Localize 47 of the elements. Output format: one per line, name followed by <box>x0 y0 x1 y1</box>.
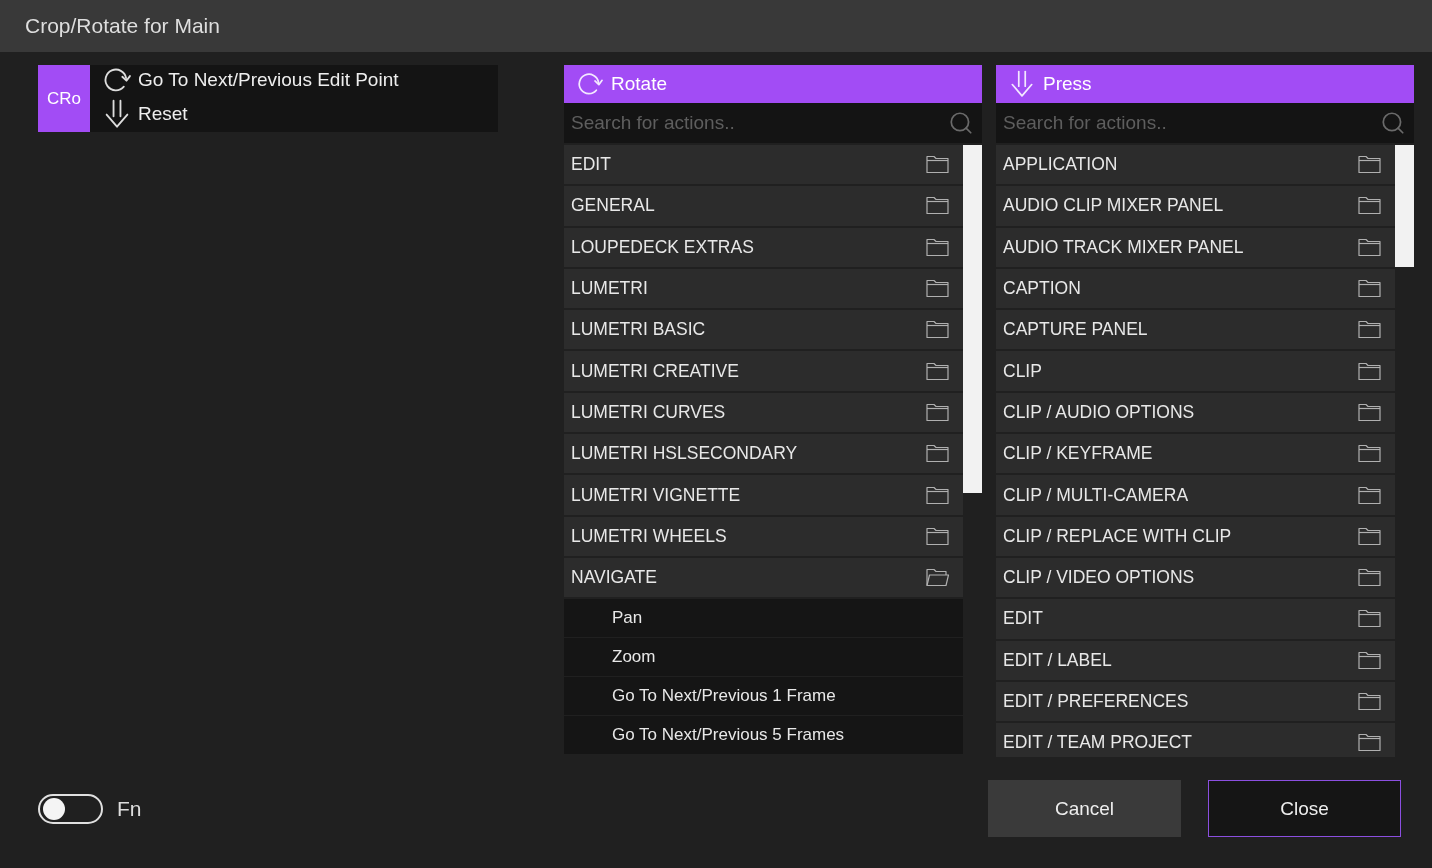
assigned-action: Go To Next/Previous Edit Point <box>138 68 399 91</box>
category-row[interactable]: LUMETRI WHEELS <box>564 516 963 556</box>
category-row[interactable]: LUMETRI HSLSECONDARY <box>564 434 963 474</box>
action-row[interactable]: Zoom <box>564 638 963 677</box>
category-row[interactable]: EDIT / LABEL <box>996 640 1395 680</box>
action-row[interactable]: Go To Next/Previous 5 Frames <box>564 716 963 755</box>
category-row[interactable]: EDIT <box>564 145 963 185</box>
panel-title: Press <box>1043 73 1092 95</box>
search-field[interactable]: Search for actions.. <box>564 103 982 143</box>
window-title: Crop/Rotate for Main <box>25 14 220 38</box>
category-row[interactable]: CLIP / KEYFRAME <box>996 434 1395 474</box>
category-row[interactable]: EDIT / PREFERENCES <box>996 681 1395 722</box>
search-field[interactable]: Search for actions.. <box>996 103 1414 143</box>
category-row[interactable]: LUMETRI <box>564 268 963 309</box>
toggle-label: Fn <box>117 796 142 821</box>
category-row[interactable]: CLIP / MULTI-CAMERA <box>996 475 1395 515</box>
scrollbar-thumb[interactable] <box>1395 145 1414 267</box>
shortcut-badge: CRo <box>38 65 90 132</box>
rotate-icon <box>576 70 604 98</box>
action-row[interactable]: Go To Next/Previous 1 Frame <box>564 677 963 716</box>
category-row[interactable]: CAPTION <box>996 268 1395 309</box>
category-row[interactable]: CLIP <box>996 351 1395 391</box>
category-row[interactable]: EDIT / TEAM PROJECT <box>996 723 1395 757</box>
category-row[interactable]: APPLICATION <box>996 145 1395 185</box>
search-icon <box>1380 110 1406 136</box>
scrollbar-thumb[interactable] <box>963 145 982 493</box>
category-row[interactable]: CLIP / VIDEO OPTIONS <box>996 557 1395 598</box>
category-row[interactable]: CLIP / AUDIO OPTIONS <box>996 392 1395 433</box>
cancel-button[interactable]: Cancel <box>988 780 1181 837</box>
category-row[interactable]: LOUPEDECK EXTRAS <box>564 227 963 267</box>
category-row[interactable]: AUDIO CLIP MIXER PANEL <box>996 186 1395 226</box>
panel-title: Rotate <box>611 73 667 95</box>
search-icon <box>948 110 974 136</box>
category-row[interactable]: AUDIO TRACK MIXER PANEL <box>996 227 1395 267</box>
category-row[interactable]: LUMETRI BASIC <box>564 310 963 350</box>
toggle-switch[interactable] <box>38 793 103 824</box>
category-row[interactable]: LUMETRI VIGNETTE <box>564 475 963 515</box>
category-row[interactable]: CAPTURE PANEL <box>996 310 1395 350</box>
category-row[interactable]: EDIT <box>996 599 1395 639</box>
category-row[interactable]: CLIP / REPLACE WITH CLIP <box>996 516 1395 556</box>
category-row[interactable]: LUMETRI CURVES <box>564 392 963 433</box>
category-row[interactable]: LUMETRI CREATIVE <box>564 351 963 391</box>
action-row[interactable]: Pan <box>564 599 963 638</box>
category-row[interactable]: GENERAL <box>564 186 963 226</box>
assigned-action: Reset <box>138 102 188 125</box>
category-row[interactable]: NAVIGATE <box>564 557 963 598</box>
close-button[interactable]: Close <box>1208 780 1401 837</box>
